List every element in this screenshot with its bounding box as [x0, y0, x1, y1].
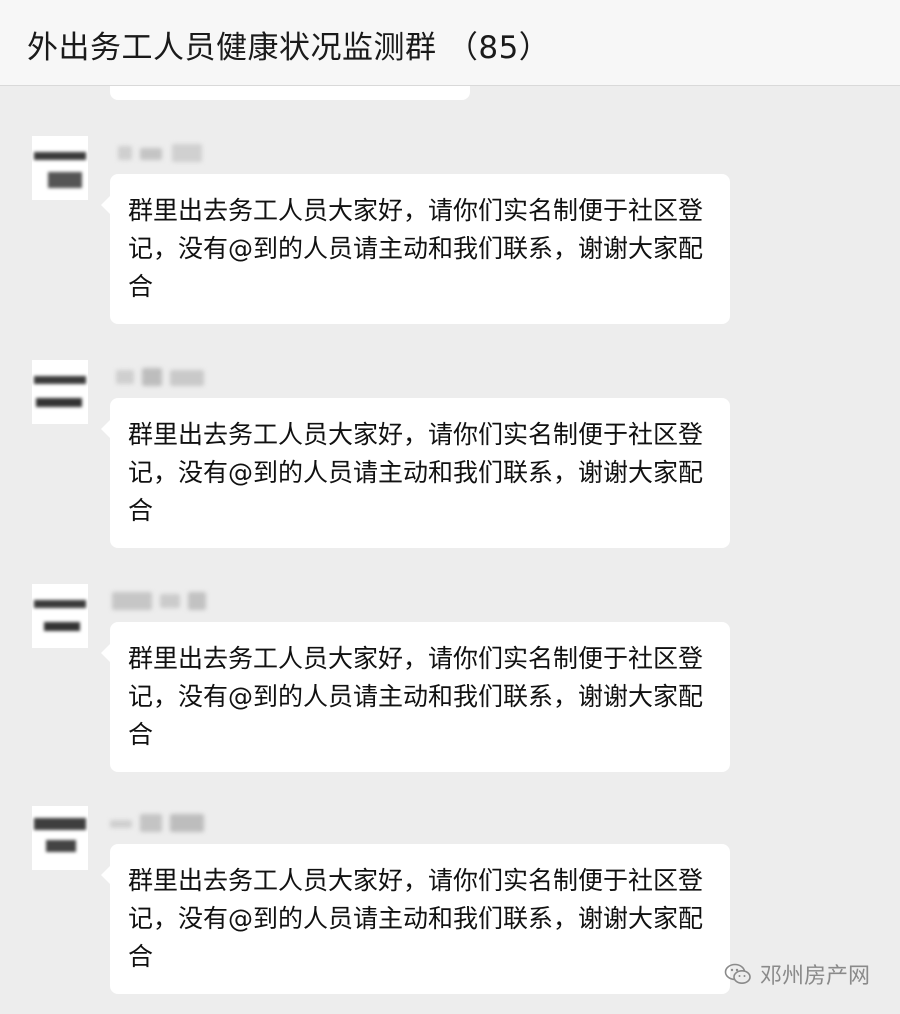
avatar[interactable]: [32, 584, 88, 648]
wechat-icon: [724, 963, 751, 984]
previous-message-bubble[interactable]: [110, 86, 470, 100]
sender-name: [112, 142, 222, 164]
message-bubble[interactable]: 群里出去务工人员大家好，请你们实名制便于社区登记，没有@到的人员请主动和我们联系…: [101, 174, 730, 324]
message-bubble[interactable]: 群里出去务工人员大家好，请你们实名制便于社区登记，没有@到的人员请主动和我们联系…: [101, 398, 730, 548]
message-bubble[interactable]: 群里出去务工人员大家好，请你们实名制便于社区登记，没有@到的人员请主动和我们联系…: [101, 844, 730, 994]
chat-title[interactable]: 外出务工人员健康状况监测群 （85）: [27, 22, 550, 67]
message-text: 群里出去务工人员大家好，请你们实名制便于社区登记，没有@到的人员请主动和我们联系…: [128, 866, 704, 971]
watermark: 邓州房产网: [724, 958, 870, 990]
sender-name: [112, 590, 222, 612]
sender-name: [112, 366, 222, 388]
watermark-text: 邓州房产网: [759, 964, 870, 989]
avatar[interactable]: [32, 806, 88, 870]
message-item: 群里出去务工人员大家好，请你们实名制便于社区登记，没有@到的人员请主动和我们联系…: [0, 584, 900, 784]
chat-header: 外出务工人员健康状况监测群 （85）: [0, 0, 900, 86]
message-item: 群里出去务工人员大家好，请你们实名制便于社区登记，没有@到的人员请主动和我们联系…: [0, 136, 900, 336]
message-bubble[interactable]: 群里出去务工人员大家好，请你们实名制便于社区登记，没有@到的人员请主动和我们联系…: [101, 622, 730, 772]
avatar[interactable]: [32, 136, 88, 200]
message-list[interactable]: 群里出去务工人员大家好，请你们实名制便于社区登记，没有@到的人员请主动和我们联系…: [0, 86, 900, 1014]
message-item: 群里出去务工人员大家好，请你们实名制便于社区登记，没有@到的人员请主动和我们联系…: [0, 360, 900, 560]
message-text: 群里出去务工人员大家好，请你们实名制便于社区登记，没有@到的人员请主动和我们联系…: [128, 196, 704, 301]
message-text: 群里出去务工人员大家好，请你们实名制便于社区登记，没有@到的人员请主动和我们联系…: [128, 420, 704, 525]
message-text: 群里出去务工人员大家好，请你们实名制便于社区登记，没有@到的人员请主动和我们联系…: [128, 644, 704, 749]
avatar[interactable]: [32, 360, 88, 424]
sender-name: [110, 812, 222, 834]
